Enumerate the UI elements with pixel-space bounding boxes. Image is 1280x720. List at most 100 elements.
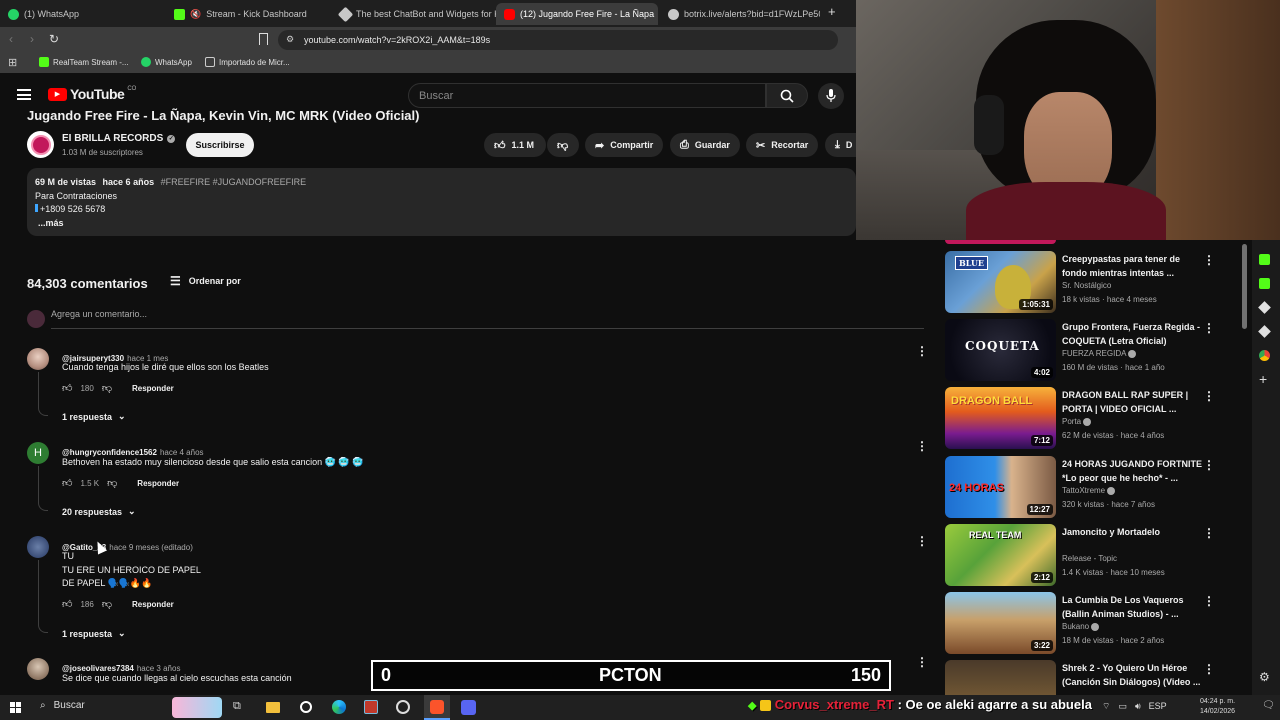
video-thumbnail[interactable] xyxy=(945,660,1056,695)
view-replies-button[interactable]: 20 respuestas ⌄ xyxy=(62,506,136,517)
comment-menu-icon[interactable]: ⋮ xyxy=(916,534,928,548)
recommended-video[interactable]: DRAGON BALL 7:12 DRAGON BALL RAP SUPER |… xyxy=(945,387,1245,449)
search-button[interactable] xyxy=(766,83,808,108)
more-actions-icon[interactable]: ⋮ xyxy=(1203,662,1215,676)
video-thumbnail[interactable]: COQUETA 4:02 xyxy=(945,319,1056,381)
notifications-icon[interactable]: 🗨︎ xyxy=(1262,700,1275,711)
mic-icon xyxy=(826,89,836,102)
voice-search-button[interactable] xyxy=(818,83,844,109)
recommended-video[interactable]: COQUETA 4:02 Grupo Frontera, Fuerza Regi… xyxy=(945,319,1245,381)
bookmark-realteam[interactable]: RealTeam Stream -... xyxy=(39,57,129,67)
obs-icon[interactable] xyxy=(396,700,410,714)
sort-comments-button[interactable]: ☰ Ordenar por xyxy=(170,274,241,288)
recommended-video[interactable]: 3:22 La Cumbia De Los Vaqueros (Ballin A… xyxy=(945,592,1245,654)
tab-kick-dashboard[interactable]: 🔇 Stream - Kick Dashboard xyxy=(166,3,331,25)
reload-icon[interactable]: ↻ xyxy=(49,32,59,46)
thumbs-up-icon[interactable]: 👍︎ xyxy=(62,477,72,489)
apps-grid-icon[interactable]: ⊞ xyxy=(8,56,17,69)
tab-whatsapp[interactable]: (1) WhatsApp xyxy=(0,3,165,25)
comment-avatar[interactable]: H xyxy=(27,442,49,464)
channel-name-row[interactable]: EI BRILLA RECORDS ✓ xyxy=(62,133,176,144)
taskbar-active-app[interactable] xyxy=(424,695,450,720)
thumbs-up-icon[interactable]: 👍︎ xyxy=(62,382,72,394)
battery-icon[interactable]: ▭ xyxy=(1118,701,1127,712)
windows-start-icon[interactable] xyxy=(10,702,21,713)
comment-menu-icon[interactable]: ⋮ xyxy=(916,439,928,453)
more-actions-icon[interactable]: ⋮ xyxy=(1203,253,1215,267)
add-comment-input[interactable]: Agrega un comentario... xyxy=(51,309,924,329)
channel-avatar[interactable] xyxy=(27,131,54,158)
settings-gear-icon[interactable]: ⚙ xyxy=(1259,670,1270,684)
more-actions-icon[interactable]: ⋮ xyxy=(1203,389,1215,403)
comment-avatar[interactable] xyxy=(27,658,49,680)
tab-botrix-alerts[interactable]: botrix.live/alerts?bid=d1FWzLPe50H xyxy=(660,3,820,25)
video-thumbnail[interactable]: DRAGON BALL 7:12 xyxy=(945,387,1056,449)
view-replies-button[interactable]: 1 respuesta ⌄ xyxy=(62,628,126,639)
taskbar-search[interactable]: ⌕ Buscar xyxy=(40,700,85,711)
comment-menu-icon[interactable]: ⋮ xyxy=(916,655,928,669)
video-thumbnail[interactable]: 3:22 xyxy=(945,592,1056,654)
discord-icon[interactable] xyxy=(461,700,476,715)
more-actions-icon[interactable]: ⋮ xyxy=(1203,594,1215,608)
video-thumbnail[interactable]: 24 HORAS 12:27 xyxy=(945,456,1056,518)
comment-avatar[interactable] xyxy=(27,348,49,370)
comment-menu-icon[interactable]: ⋮ xyxy=(916,344,928,358)
thumbs-down-icon[interactable]: 👎︎ xyxy=(107,477,117,489)
reply-button[interactable]: Responder xyxy=(132,600,174,609)
chatbot-icon[interactable] xyxy=(1258,325,1271,338)
comment-avatar[interactable] xyxy=(27,536,49,558)
share-button[interactable]: ➦ Compartir xyxy=(585,133,663,157)
youtube-logo[interactable]: ▶ YouTube CO xyxy=(48,86,136,102)
recommended-video[interactable]: REAL TEAM 2:12 Jamoncito y Mortadelo Rel… xyxy=(945,524,1245,586)
forward-icon[interactable]: › xyxy=(30,32,34,46)
wifi-icon[interactable]: ⌔ xyxy=(1102,701,1110,712)
video-thumbnail[interactable]: REAL TEAM 2:12 xyxy=(945,524,1056,586)
kick-icon[interactable] xyxy=(1259,278,1270,289)
dislike-button[interactable]: 👎︎ xyxy=(547,133,579,157)
add-panel-icon[interactable]: + xyxy=(1259,371,1267,387)
site-info-icon[interactable]: ⚙ xyxy=(286,34,294,45)
clip-button[interactable]: ✂ Recortar xyxy=(746,133,818,157)
more-actions-icon[interactable]: ⋮ xyxy=(1203,526,1215,540)
video-thumbnail[interactable]: BLUE 1:05:31 xyxy=(945,251,1056,313)
chrome-web-icon[interactable] xyxy=(1259,350,1270,361)
recommended-video[interactable]: BLUE 1:05:31 Creepypastas para tener de … xyxy=(945,251,1245,313)
description-box[interactable]: 69 M de vistas hace 6 años #FREEFIRE #JU… xyxy=(27,168,856,236)
thumbs-down-icon[interactable]: 👎︎ xyxy=(102,382,112,394)
language-indicator[interactable]: ESP xyxy=(1149,701,1167,712)
search-input[interactable]: Buscar xyxy=(408,83,766,108)
task-view-icon[interactable]: ⧉ xyxy=(233,700,241,713)
download-button[interactable]: ⤓ D xyxy=(825,133,856,157)
view-replies-button[interactable]: 1 respuesta ⌄ xyxy=(62,411,126,422)
scrollbar-thumb[interactable] xyxy=(1242,244,1247,329)
reply-button[interactable]: Responder xyxy=(137,479,179,488)
clock[interactable]: 04:24 p. m. 14/02/2026 xyxy=(1200,697,1235,717)
tab-chatbot-widgets[interactable]: The best ChatBot and Widgets for Ki xyxy=(332,3,496,25)
url-field[interactable]: ⚙ youtube.com/watch?v=2kROX2i_AAM&t=189s xyxy=(278,30,838,50)
bookmark-imported-folder[interactable]: Importado de Micr... xyxy=(205,57,290,67)
edge-icon[interactable] xyxy=(332,700,346,714)
app-icon[interactable] xyxy=(364,700,378,714)
bookmark-whatsapp[interactable]: WhatsApp xyxy=(141,57,192,67)
back-icon[interactable]: ‹ xyxy=(9,32,13,46)
bookmark-icon[interactable] xyxy=(259,33,268,45)
file-explorer-icon[interactable] xyxy=(266,702,280,713)
menu-icon[interactable] xyxy=(17,89,31,100)
recommended-video[interactable]: Shrek 2 - Yo Quiero Un Héroe (Canción Si… xyxy=(945,660,1245,695)
reply-button[interactable]: Responder xyxy=(132,384,174,393)
thumbs-up-icon[interactable]: 👍︎ xyxy=(62,598,72,610)
subscribe-button[interactable]: Suscribirse xyxy=(186,133,254,157)
save-button[interactable]: ⎙ Guardar xyxy=(670,133,740,157)
new-tab-button[interactable]: + xyxy=(828,4,836,19)
steam-icon[interactable] xyxy=(300,701,312,713)
thumbs-down-icon[interactable]: 👎︎ xyxy=(102,598,112,610)
like-button[interactable]: 👍︎ 1.1 M xyxy=(484,133,546,157)
volume-icon[interactable]: 🔊︎ xyxy=(1135,701,1141,712)
more-actions-icon[interactable]: ⋮ xyxy=(1203,458,1215,472)
more-actions-icon[interactable]: ⋮ xyxy=(1203,321,1215,335)
tab-youtube-active[interactable]: (12) Jugando Free Fire - La Ñapa ✕ xyxy=(496,3,658,25)
kick-icon[interactable] xyxy=(1259,254,1270,265)
show-more-link[interactable]: ...más xyxy=(38,217,848,231)
chatbot-icon[interactable] xyxy=(1258,301,1271,314)
recommended-video[interactable]: 24 HORAS 12:27 24 HORAS JUGANDO FORTNITE… xyxy=(945,456,1245,518)
